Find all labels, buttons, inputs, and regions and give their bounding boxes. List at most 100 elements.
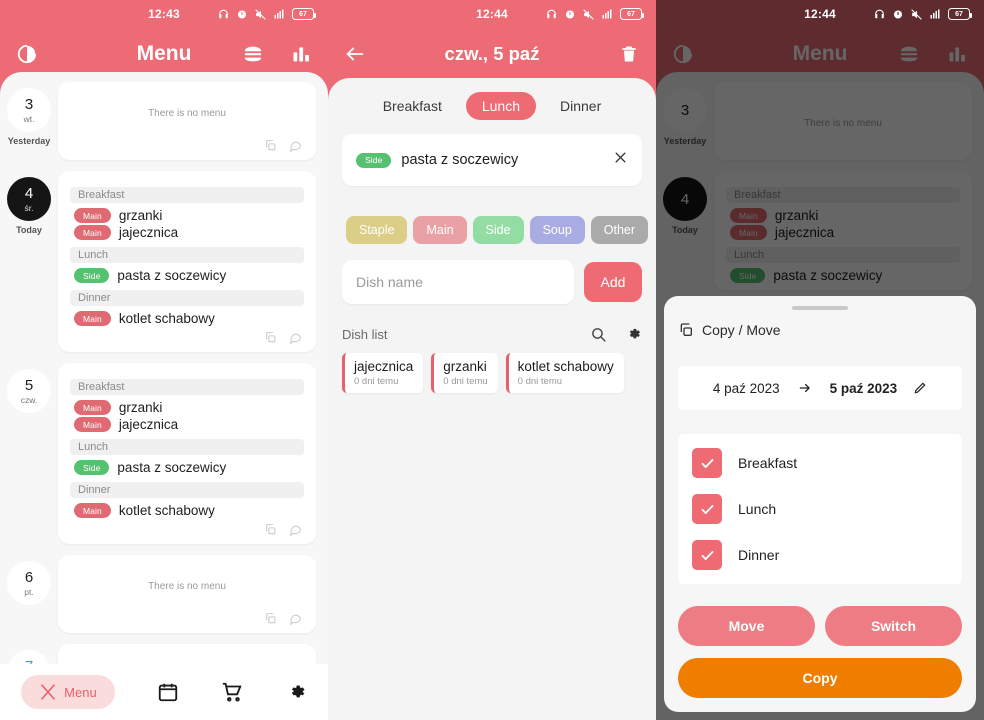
arrow-right-icon <box>799 383 810 393</box>
date-range-row[interactable]: 4 paź 2023 5 paź 2023 <box>678 366 962 410</box>
copy-icon[interactable] <box>264 139 277 152</box>
trash-icon[interactable] <box>616 41 642 67</box>
add-dish-row: Add <box>342 260 642 304</box>
day-card[interactable]: Breakfast Main grzanki Main jajecznica L… <box>58 363 316 544</box>
tab-dinner[interactable]: Dinner <box>544 92 617 120</box>
checkbox-label: Breakfast <box>738 455 798 471</box>
day-card[interactable]: Breakfast Main grzanki Main jajecznica L… <box>58 171 316 352</box>
meal-header: Lunch <box>70 439 304 455</box>
dish-tag: Main <box>74 208 111 223</box>
dish-list-item[interactable]: grzanki 0 dni temu <box>431 353 498 393</box>
card-actions <box>70 327 304 346</box>
dish-row[interactable]: Main grzanki <box>70 399 304 416</box>
day-marker[interactable]: 5 czw. <box>0 363 58 413</box>
gear-icon[interactable] <box>625 326 642 343</box>
dish-item-ago: 0 dni temu <box>517 376 563 387</box>
chip-main[interactable]: Main <box>413 216 467 244</box>
day-marker[interactable]: 3 wt. Yesterday <box>0 82 58 146</box>
chip-soup[interactable]: Soup <box>529 216 585 244</box>
empty-menu-text: There is no menu <box>148 581 226 592</box>
add-dish-button[interactable]: Add <box>584 262 642 302</box>
cutlery-icon <box>41 684 55 700</box>
dish-list-header: Dish list <box>342 326 642 343</box>
dish-list-item[interactable]: kotlet schabowy 0 dni temu <box>505 353 624 393</box>
nav-item-settings[interactable] <box>286 682 307 703</box>
signal-icon <box>602 9 612 19</box>
dish-name: grzanki <box>118 208 163 223</box>
dish-tag: Main <box>74 400 111 415</box>
comment-icon[interactable] <box>289 612 302 625</box>
alarm-icon <box>566 10 574 19</box>
comment-icon[interactable] <box>289 523 302 536</box>
alarm-icon <box>894 10 902 19</box>
appbar-right <box>240 41 314 67</box>
tab-lunch[interactable]: Lunch <box>465 92 537 120</box>
check-icon <box>701 504 713 514</box>
copy-icon <box>680 323 692 336</box>
nav-item-menu[interactable]: Menu <box>21 675 115 709</box>
sheet-title: Copy / Move <box>702 322 781 338</box>
meal-header: Breakfast <box>70 379 304 395</box>
copy-icon[interactable] <box>264 523 277 536</box>
chip-side[interactable]: Side <box>472 216 524 244</box>
dish-row[interactable]: Side pasta z soczewicy <box>70 267 304 284</box>
dish-row[interactable]: Main jajecznica <box>70 416 304 433</box>
day-marker[interactable]: 6 pt. <box>0 555 58 605</box>
dish-list-item[interactable]: jajecznica 0 dni temu <box>342 353 424 393</box>
dark-mode-toggle-icon[interactable] <box>14 41 40 67</box>
comment-icon[interactable] <box>289 139 302 152</box>
search-icon[interactable] <box>590 326 607 343</box>
checkbox-row-dinner[interactable]: Dinner <box>678 532 962 578</box>
close-icon[interactable] <box>613 150 628 170</box>
day-list[interactable]: 3 wt. Yesterday There is no menu 4 śr. T… <box>0 72 328 720</box>
meal-header: Lunch <box>70 247 304 263</box>
meal-tabs: Breakfast Lunch Dinner <box>342 92 642 120</box>
day-circle-today: 4 śr. <box>7 177 51 221</box>
check-icon <box>701 458 713 468</box>
panel-menu-list: 12:43 67 Menu 3 wt. Yesterday There is n… <box>0 0 328 720</box>
battery-icon: 67 <box>620 8 644 20</box>
checkbox-lunch[interactable] <box>692 494 722 524</box>
dish-name: pasta z soczewicy <box>401 152 519 168</box>
nav-item-calendar[interactable] <box>157 681 179 703</box>
dish-row[interactable]: Main jajecznica <box>70 224 304 241</box>
dish-name-input[interactable] <box>342 260 574 304</box>
dish-tag: Main <box>74 225 111 240</box>
alarm-icon <box>238 10 246 19</box>
checkbox-dinner[interactable] <box>692 540 722 570</box>
checkbox-breakfast[interactable] <box>692 448 722 478</box>
sheet-drag-handle[interactable] <box>792 306 848 310</box>
dish-row[interactable]: Side pasta z soczewicy <box>70 459 304 476</box>
dish-tag: Main <box>74 417 111 432</box>
copy-icon[interactable] <box>264 612 277 625</box>
copy-button[interactable]: Copy <box>678 658 962 698</box>
comment-icon[interactable] <box>289 331 302 344</box>
battery-icon: 67 <box>948 8 972 20</box>
dish-row[interactable]: Main kotlet schabowy <box>70 502 304 519</box>
nav-item-shopping[interactable] <box>221 681 243 703</box>
appbar-left <box>14 41 40 67</box>
copy-icon[interactable] <box>264 331 277 344</box>
battery-icon: 67 <box>292 8 316 20</box>
day-card[interactable]: There is no menu <box>58 555 316 633</box>
date-to: 5 paź 2023 <box>829 380 898 396</box>
day-marker[interactable]: 4 śr. Today <box>0 171 58 235</box>
burger-food-icon[interactable] <box>240 41 266 67</box>
move-button[interactable]: Move <box>678 606 815 646</box>
tab-breakfast[interactable]: Breakfast <box>367 92 458 120</box>
chip-other[interactable]: Other <box>590 216 649 244</box>
checkbox-row-lunch[interactable]: Lunch <box>678 486 962 532</box>
bar-chart-icon[interactable] <box>288 41 314 67</box>
chip-staple[interactable]: Staple <box>346 216 408 244</box>
day-dow: czw. <box>20 394 38 405</box>
dish-row[interactable]: Main grzanki <box>70 207 304 224</box>
category-chips: Staple Main Side Soup Other <box>342 216 649 244</box>
switch-button[interactable]: Switch <box>825 606 962 646</box>
day-card[interactable]: There is no menu <box>58 82 316 160</box>
arrow-left-icon[interactable] <box>342 41 368 67</box>
pencil-icon[interactable] <box>913 381 927 395</box>
day-number: 6 <box>24 568 34 586</box>
dish-row[interactable]: Main kotlet schabowy <box>70 310 304 327</box>
day-dow: wt. <box>23 113 35 124</box>
checkbox-row-breakfast[interactable]: Breakfast <box>678 440 962 486</box>
